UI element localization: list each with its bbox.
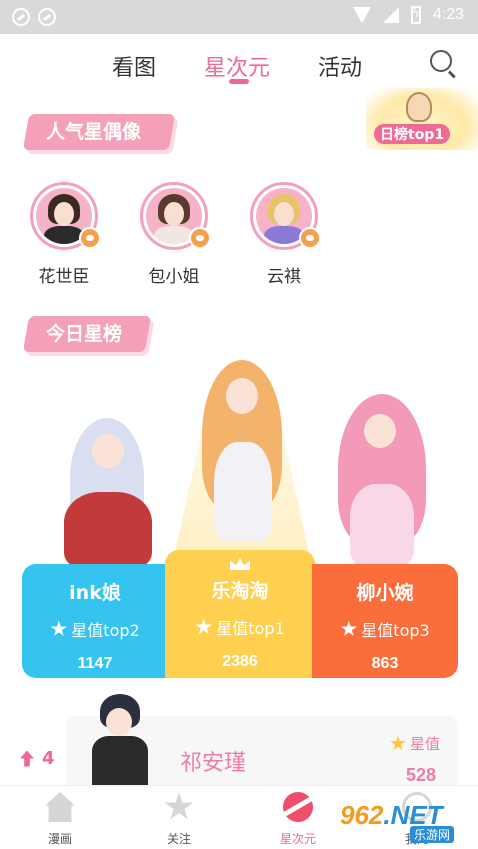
cat-badge-icon <box>79 227 101 249</box>
rank-name: 柳小婉 <box>356 582 414 604</box>
status-time: 4:23 <box>432 6 464 23</box>
search-button[interactable] <box>430 50 456 76</box>
star-icon <box>195 618 212 634</box>
active-tab-indicator <box>229 79 249 84</box>
app-notification-icon <box>12 8 30 26</box>
status-right: 4:23 <box>352 6 464 24</box>
watermark-logo: 962.NET 乐游网 <box>340 800 472 844</box>
signal-icon <box>382 7 399 23</box>
avatar <box>250 182 321 250</box>
section-title: 今日星榜 <box>46 323 123 345</box>
avatar <box>30 182 101 250</box>
star-icon <box>340 620 357 636</box>
rank-name: ink娘 <box>69 582 121 604</box>
rank-label: 星值top3 <box>312 617 458 641</box>
idol-name: 花世臣 <box>38 267 90 287</box>
list-item-stat-value: 528 <box>406 765 437 785</box>
planet-icon <box>283 792 313 822</box>
battery-charging-icon <box>410 6 421 24</box>
rank-card-top2[interactable]: ink娘 星值top2 1147 <box>22 564 168 678</box>
status-bar: 4:23 <box>0 0 478 34</box>
list-item-name: 祁安瑾 <box>180 751 247 776</box>
character-illustration-ink[interactable] <box>48 418 166 568</box>
nav-label: 漫画 <box>47 832 72 846</box>
tab-huodong[interactable]: 活动 <box>318 50 362 82</box>
cat-badge-icon <box>299 227 321 249</box>
status-left-icons <box>12 8 56 26</box>
section-label-popular-idols: 人气星偶像 <box>22 114 176 150</box>
star-icon <box>50 620 67 636</box>
rank-value: 2386 <box>222 653 258 670</box>
search-icon <box>430 50 452 72</box>
daily-top-badge[interactable]: 日榜top1 <box>366 88 478 150</box>
home-icon <box>45 792 75 822</box>
nav-item-guanzhu[interactable]: 关注 <box>134 792 224 847</box>
star-icon <box>390 735 406 751</box>
rank-name: 乐淘淘 <box>211 580 269 602</box>
tab-xingciyuan[interactable]: 星次元 <box>204 50 270 82</box>
daily-top-label: 日榜top1 <box>374 124 451 144</box>
character-illustration-qianjin <box>88 694 150 786</box>
rank-card-top3[interactable]: 柳小婉 星值top3 863 <box>312 564 458 678</box>
idol-item[interactable]: 花世臣 <box>24 182 104 287</box>
tab-kantu[interactable]: 看图 <box>112 50 156 82</box>
character-illustration-letaotao[interactable] <box>188 356 298 556</box>
rank-value: 863 <box>371 655 399 672</box>
nav-item-xingciyuan[interactable]: 星次元 <box>253 792 343 847</box>
list-item-stat-label: 星值 <box>390 733 440 754</box>
section-title: 人气星偶像 <box>46 121 142 143</box>
rank-label: 星值top2 <box>22 617 168 641</box>
star-icon <box>164 792 194 820</box>
app-notification-icon <box>38 8 56 26</box>
top-tab-bar: 看图 星次元 活动 <box>0 34 478 94</box>
character-illustration-liuxiaowan[interactable] <box>322 394 442 566</box>
rank-change: 4 <box>20 748 55 769</box>
nav-item-manhua[interactable]: 漫画 <box>15 792 105 847</box>
nav-label: 关注 <box>166 832 191 846</box>
idol-item[interactable]: 包小姐 <box>134 182 214 287</box>
idol-item[interactable]: 云祺 <box>244 182 324 287</box>
wifi-icon <box>352 7 371 23</box>
idol-name: 包小姐 <box>148 267 200 287</box>
cat-badge-icon <box>189 227 211 249</box>
avatar <box>140 182 211 250</box>
section-label-daily-ranking: 今日星榜 <box>22 316 152 352</box>
idol-name: 云祺 <box>267 267 301 287</box>
arrow-up-icon <box>20 750 34 767</box>
daily-ranking-podium: ink娘 星值top2 1147 乐淘淘 星值top1 2386 柳小婉 星值t… <box>22 356 458 678</box>
badge-character-icon <box>406 92 432 122</box>
rank-value: 1147 <box>77 655 113 672</box>
rank-label: 星值top1 <box>165 615 315 639</box>
nav-label: 星次元 <box>279 832 316 846</box>
